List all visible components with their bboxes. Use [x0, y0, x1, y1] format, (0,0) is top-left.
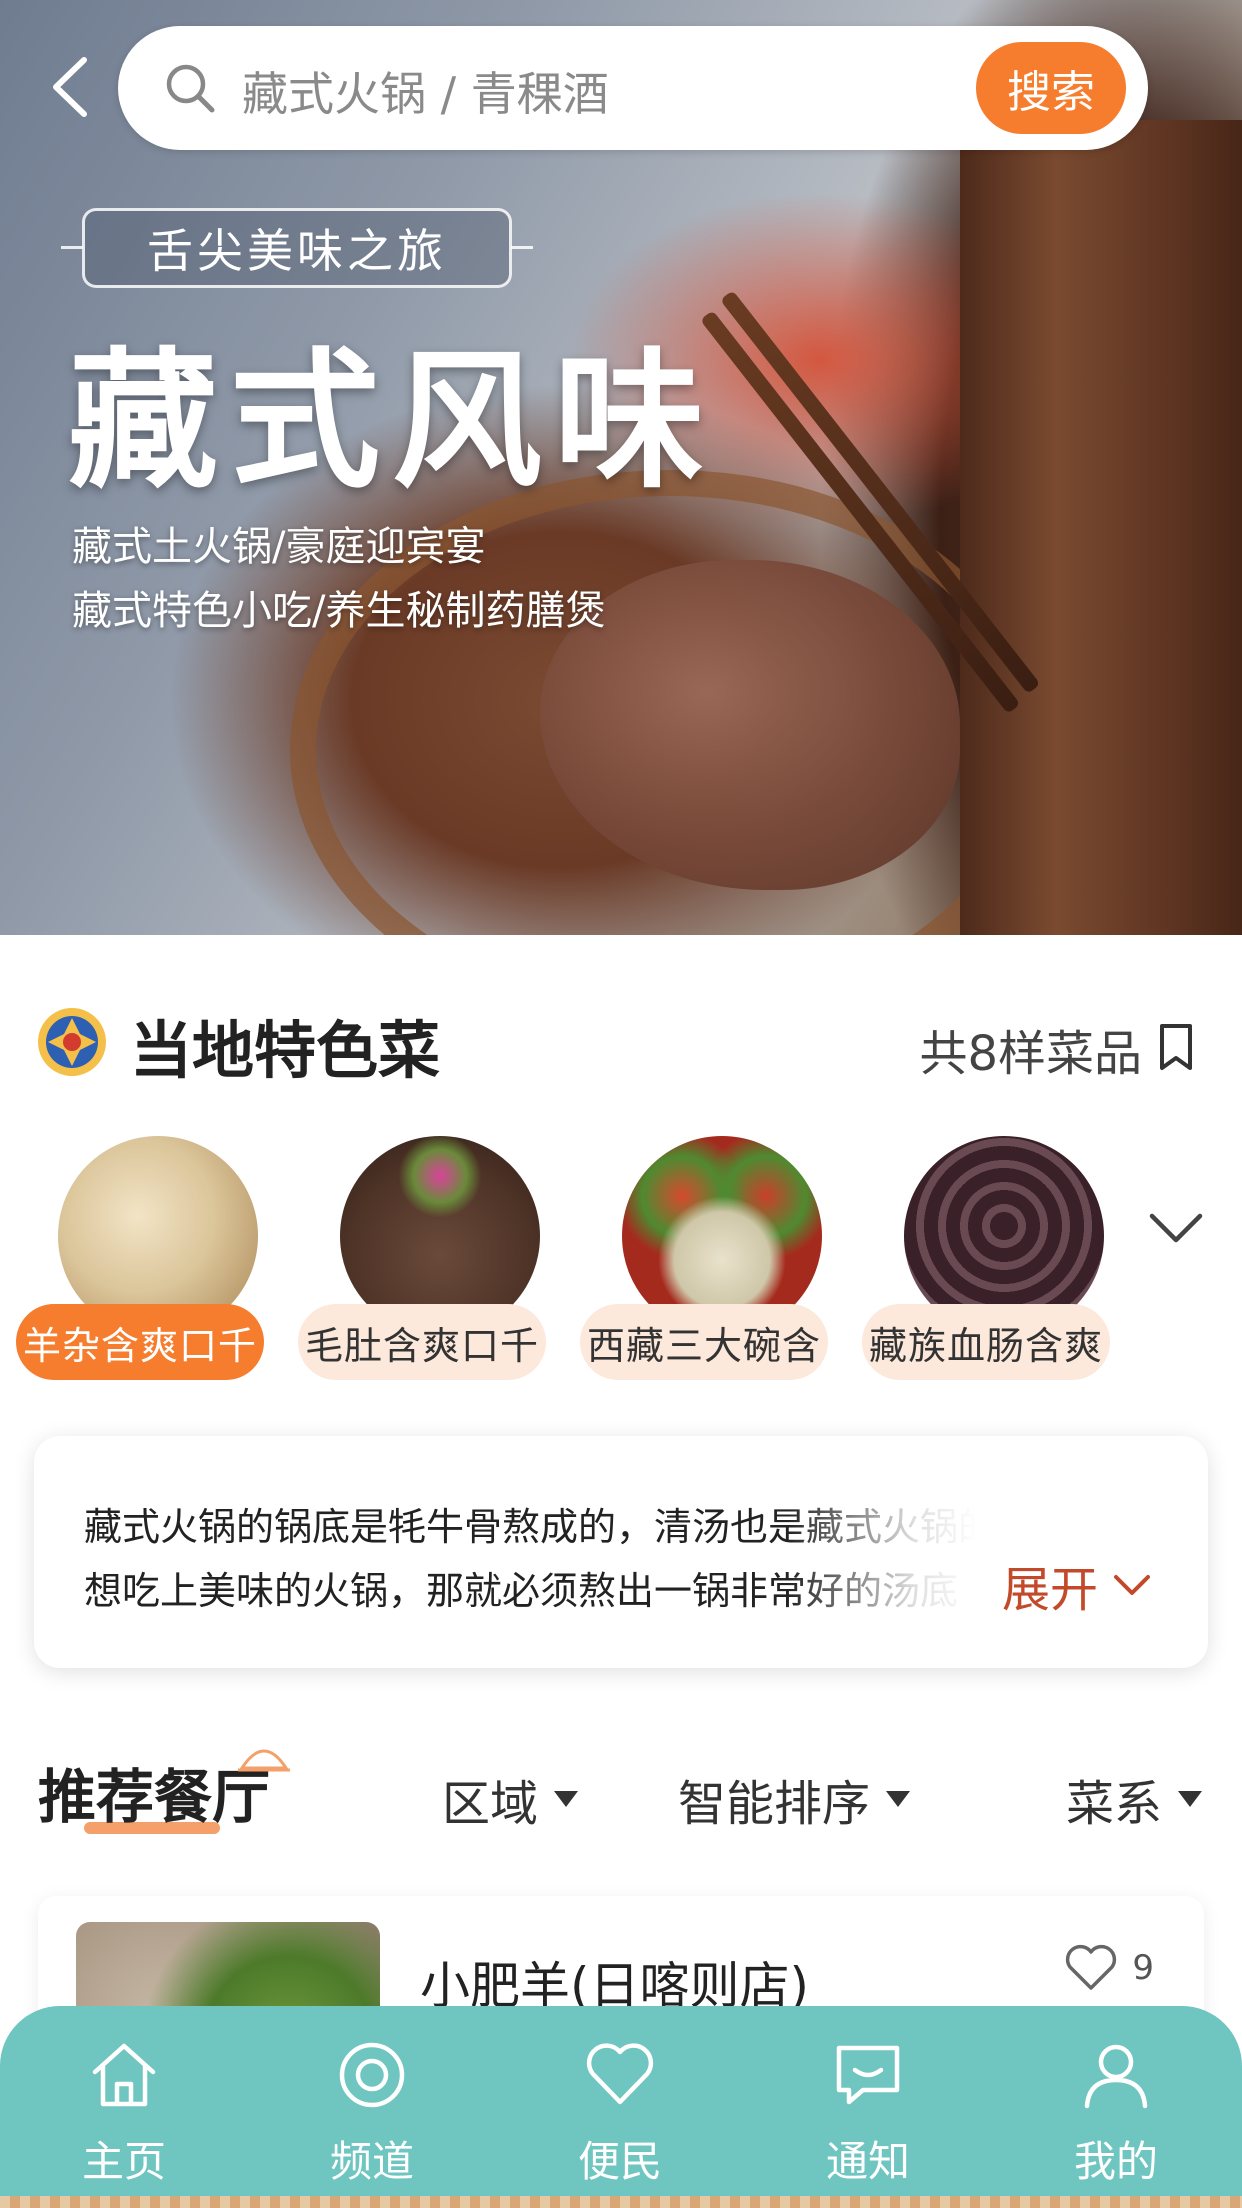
service-icon [586, 2043, 654, 2105]
dish-description-card: 藏式火锅的锅底是牦牛骨熬成的，清汤也是藏式火锅的关键要 想吃上美味的火锅，那就必… [34, 1436, 1208, 1668]
dish-item[interactable]: 藏族血肠含爽 [862, 1136, 1122, 1396]
dropdown-arrow-icon [886, 1791, 911, 1807]
dish-item[interactable]: 毛肚含爽口千 [298, 1136, 558, 1396]
expand-button[interactable]: 展开 [1002, 1550, 1152, 1620]
tab-mine-label: 我的 [1073, 2137, 1158, 2186]
dropdown-arrow-icon [1178, 1791, 1203, 1807]
tab-notice[interactable]: 通知 [778, 2036, 958, 2196]
hero-subtitle-2: 藏式特色小吃/养生秘制药膳煲 [72, 588, 606, 634]
hero-ribbon-text: 舌尖美味之旅 [147, 224, 447, 278]
filter-sort[interactable]: 智能排序 [678, 1764, 911, 1834]
like-button[interactable]: 9 [1064, 1944, 1154, 1992]
local-dishes-title: 当地特色菜 [130, 1014, 441, 1087]
filter-region-label: 区域 [442, 1776, 539, 1832]
message-icon [836, 2045, 900, 2105]
like-count: 9 [1132, 1948, 1154, 1988]
bookmark-icon[interactable] [1156, 1022, 1196, 1072]
filter-region[interactable]: 区域 [442, 1764, 579, 1834]
dish-carousel[interactable]: 羊杂含爽口千 毛肚含爽口千 西藏三大碗含 藏族血肠含爽 [0, 1136, 1242, 1396]
search-input[interactable]: 藏式火锅 / 青稞酒 [242, 58, 609, 124]
hero-title: 藏式风味 [68, 333, 717, 509]
chevron-down-icon[interactable] [1148, 1208, 1204, 1248]
tab-home[interactable]: 主页 [34, 2036, 214, 2196]
home-icon [92, 2043, 156, 2107]
filter-sort-label: 智能排序 [678, 1776, 871, 1832]
dish-item[interactable]: 羊杂含爽口千 [16, 1136, 276, 1396]
tab-notice-label: 通知 [825, 2137, 910, 2186]
recommend-header: 推荐餐厅 区域 智能排序 菜系 [0, 1732, 1242, 1852]
expand-label: 展开 [1001, 1562, 1098, 1618]
bottom-tab-bar: 主页 频道 便民 通知 我的 [0, 2006, 1242, 2208]
mandala-icon [38, 1008, 106, 1076]
search-icon [166, 64, 215, 113]
heart-icon [1066, 1944, 1117, 1990]
chevron-down-icon [1114, 1575, 1150, 1595]
tab-service[interactable]: 便民 [530, 2036, 710, 2196]
dish-count: 共8样菜品 [919, 1026, 1142, 1082]
local-dishes-header: 当地特色菜 共8样菜品 [0, 990, 1242, 1090]
back-button[interactable] [46, 52, 96, 122]
dish-label: 羊杂含爽口千 [16, 1304, 264, 1380]
dish-item[interactable]: 西藏三大碗含 [580, 1136, 840, 1396]
hero-subtitle-1: 藏式土火锅/豪庭迎宾宴 [72, 524, 486, 570]
tab-mine[interactable]: 我的 [1026, 2036, 1206, 2196]
hero-ribbon: 舌尖美味之旅 [61, 208, 533, 288]
tab-service-label: 便民 [577, 2137, 662, 2186]
dish-label: 西藏三大碗含 [580, 1304, 828, 1380]
filter-cuisine[interactable]: 菜系 [1066, 1764, 1203, 1834]
dish-label: 藏族血肠含爽 [862, 1304, 1110, 1380]
decor-strip [0, 2196, 1242, 2208]
back-icon [53, 57, 87, 117]
filter-cuisine-label: 菜系 [1066, 1776, 1163, 1832]
dish-label: 毛肚含爽口千 [298, 1304, 546, 1380]
tab-channel[interactable]: 频道 [282, 2036, 462, 2196]
tab-channel-label: 频道 [329, 2137, 414, 2186]
channel-icon [339, 2042, 405, 2108]
user-icon [1084, 2044, 1148, 2109]
dropdown-arrow-icon [554, 1791, 579, 1807]
cloche-icon [238, 1749, 290, 1772]
tab-home-label: 主页 [81, 2137, 166, 2186]
search-button[interactable]: 搜索 [976, 42, 1126, 134]
search-bar[interactable]: 藏式火锅 / 青稞酒 搜索 [118, 26, 1148, 150]
